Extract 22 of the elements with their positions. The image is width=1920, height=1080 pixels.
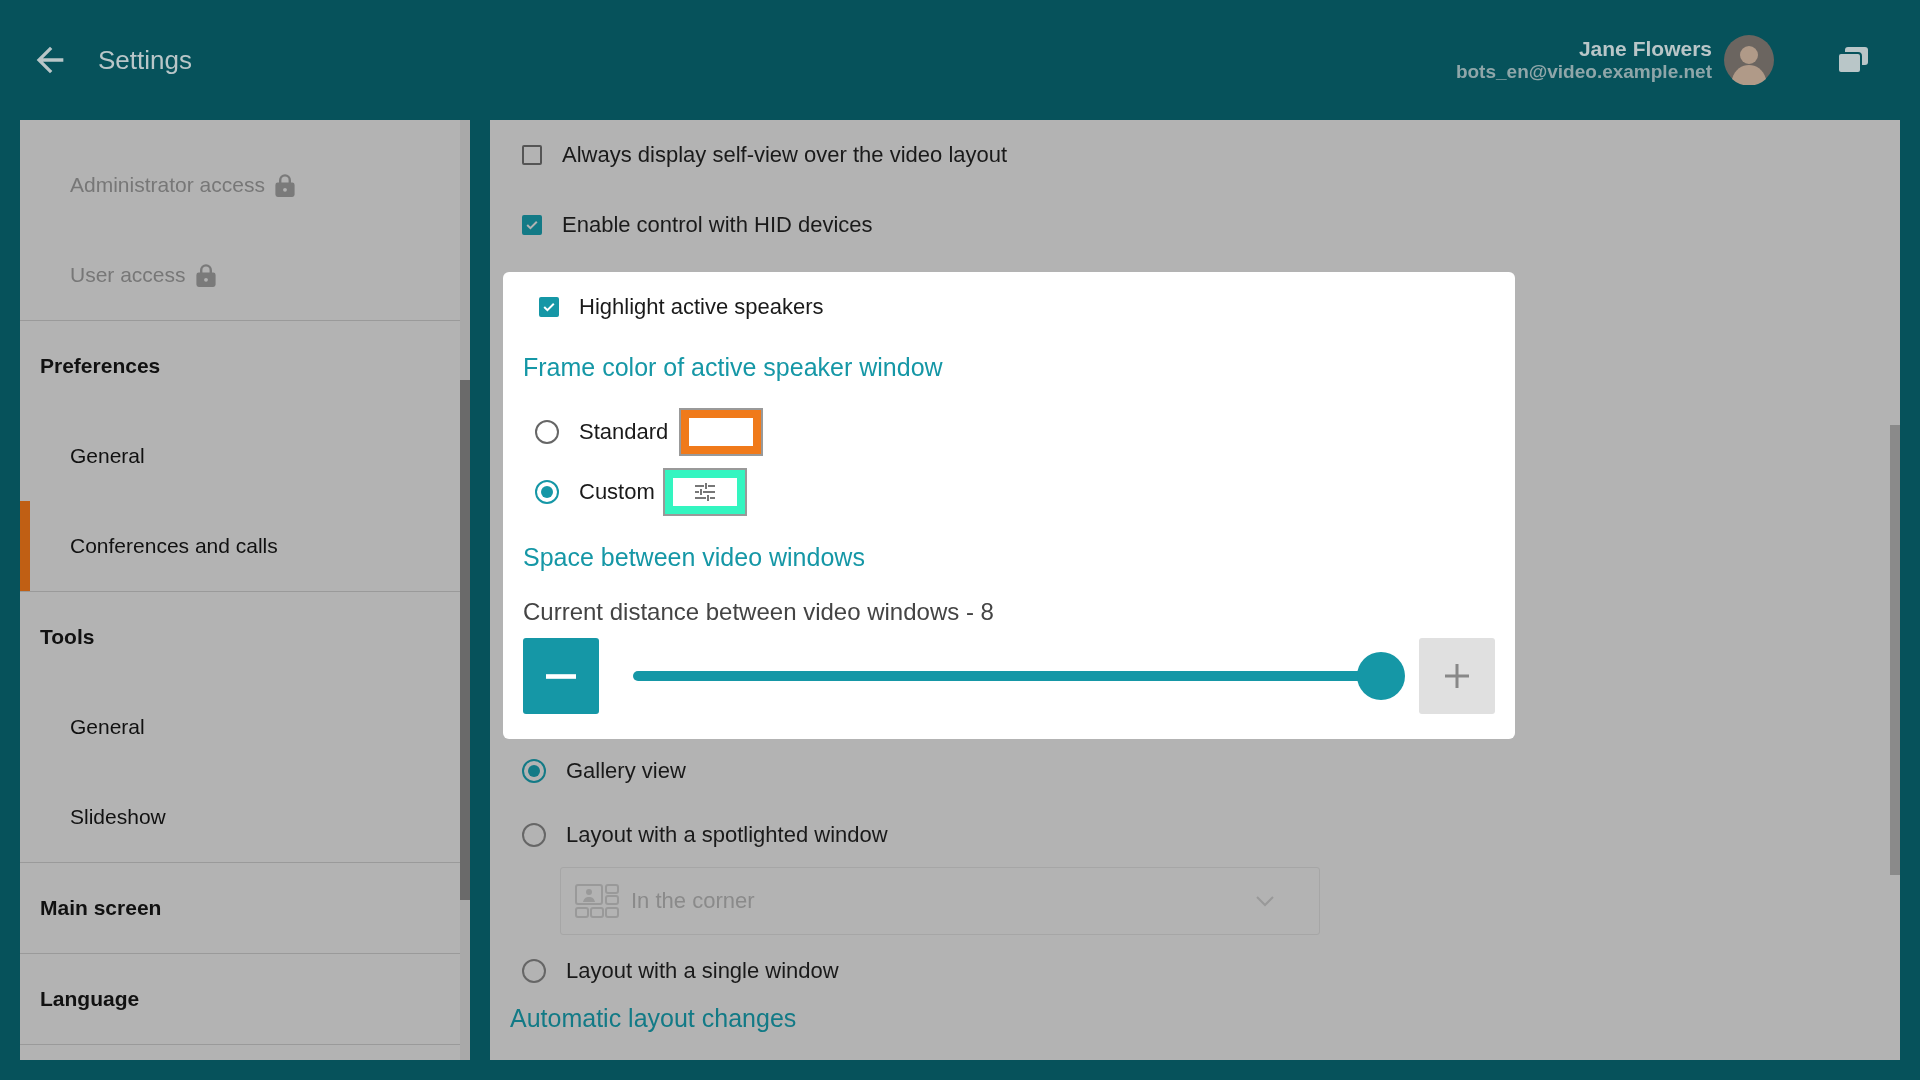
page-title: Settings [98, 44, 192, 76]
option-label: Gallery view [566, 758, 686, 784]
section-heading: Automatic layout changes [510, 1003, 798, 1033]
option-label: Layout with a spotlighted window [566, 822, 888, 848]
section-heading[interactable]: Tools [20, 592, 460, 682]
option-label: Enable control with HID devices [562, 212, 873, 238]
distance-reading: Current distance between video windows - 8 [523, 597, 995, 627]
section-heading[interactable]: Preferences [20, 321, 460, 411]
option-label: Layout with a single window [566, 958, 839, 984]
option-label: Standard [579, 419, 670, 445]
sidebar-item[interactable]: Slideshow [20, 772, 460, 862]
sidebar-item[interactable]: General [20, 682, 460, 772]
sidebar-item[interactable]: General [20, 411, 460, 501]
user-email: bots_en@video.example.net [1455, 61, 1712, 83]
section-heading[interactable]: Language [20, 954, 460, 1044]
user-name: Jane Flowers [1578, 37, 1712, 61]
option-label: Highlight active speakers [579, 294, 824, 320]
section-heading: Space between video windows [523, 541, 866, 573]
section-heading[interactable]: Main screen [20, 863, 460, 953]
option-label: Custom [579, 479, 656, 505]
option-label: Always display self-view over the video layout [562, 142, 1008, 168]
section-heading: Frame color of active speaker window [523, 351, 944, 383]
